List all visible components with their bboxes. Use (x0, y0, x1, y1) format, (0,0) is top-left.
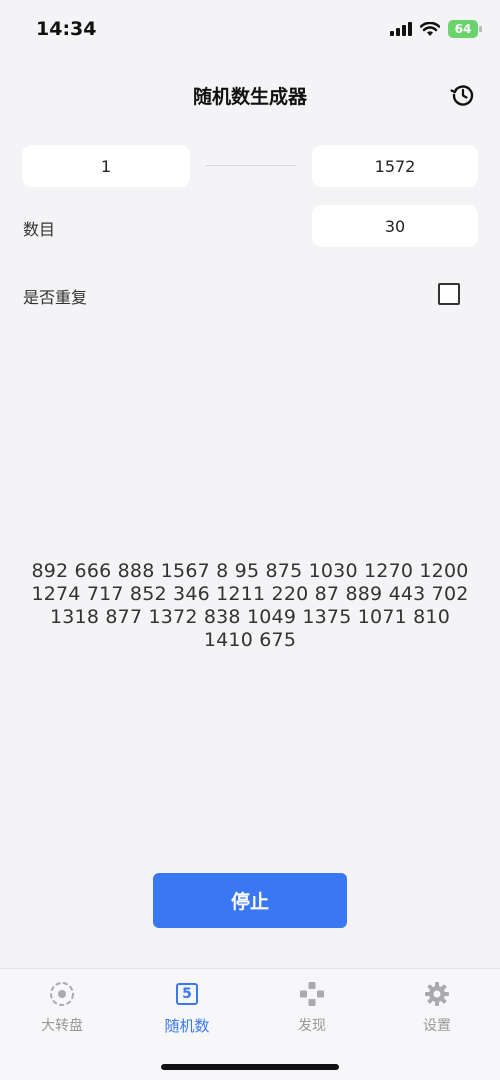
battery-level: 64 (454, 22, 472, 36)
count-label: 数目 (23, 220, 56, 239)
results-text: 892 666 888 1567 8 95 875 1030 1270 1200… (31, 560, 469, 651)
tab-label-discover: 发现 (298, 1018, 326, 1034)
range-max-input[interactable] (312, 145, 478, 187)
tab-label-settings: 设置 (423, 1018, 451, 1034)
random-number-screen: 14:34 64 随机数生成器 1 1572 数目 30 是否重复 892 66… (0, 0, 500, 1080)
repeat-checkbox[interactable] (438, 283, 460, 305)
number-five-icon: 5 (176, 983, 198, 1005)
status-time: 14:34 (36, 18, 97, 40)
tab-settings[interactable]: 设置 (387, 979, 487, 1035)
wheel-icon (50, 982, 74, 1006)
wifi-icon (420, 21, 440, 36)
count-input[interactable] (312, 205, 478, 247)
home-indicator (161, 1064, 339, 1070)
history-button[interactable] (448, 80, 478, 110)
range-min-input[interactable] (22, 145, 190, 187)
history-icon (450, 85, 474, 106)
gear-icon (425, 982, 449, 1006)
tab-random-number[interactable]: 5 随机数 (137, 979, 237, 1036)
number-five-icon-text: 5 (182, 986, 192, 1002)
tab-wheel[interactable]: 大转盘 (12, 979, 112, 1035)
tab-label-random-number: 随机数 (164, 1017, 210, 1035)
stop-button[interactable]: 停止 (153, 873, 347, 928)
tab-label-wheel: 大转盘 (41, 1018, 83, 1034)
status-icons: 64 (390, 20, 482, 38)
cellular-signal-icon (390, 22, 412, 36)
battery-indicator: 64 (448, 20, 482, 38)
range-divider (206, 165, 296, 166)
page-title: 随机数生成器 (192, 86, 307, 108)
gamepad-icon (300, 982, 324, 1006)
repeat-label: 是否重复 (23, 288, 88, 307)
status-bar: 14:34 64 (0, 0, 500, 60)
tab-discover[interactable]: 发现 (262, 979, 362, 1035)
